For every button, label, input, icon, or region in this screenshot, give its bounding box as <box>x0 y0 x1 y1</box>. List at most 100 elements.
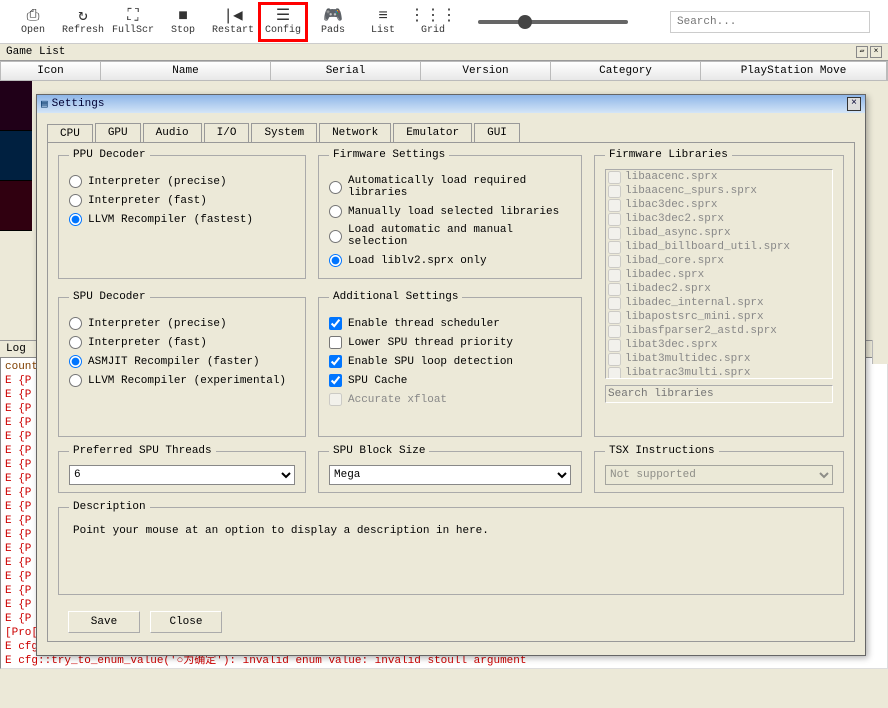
lib-item[interactable]: libat3dec.sprx <box>606 338 832 352</box>
tsx-legend: TSX Instructions <box>605 445 719 457</box>
lib-item[interactable]: libad_async.sprx <box>606 226 832 240</box>
chk-loop-detect[interactable]: Enable SPU loop detection <box>329 355 571 368</box>
window-icon: ▤ <box>41 97 48 111</box>
grid-button[interactable]: ⋮⋮⋮Grid <box>408 2 458 42</box>
spu-block-group: SPU Block Size Mega <box>318 445 582 493</box>
chk-lower-prio[interactable]: Lower SPU thread priority <box>329 336 571 349</box>
libs-list[interactable]: libaacenc.sprxlibaacenc_spurs.sprxlibac3… <box>605 169 833 379</box>
fw-manual[interactable]: Manually load selected libraries <box>329 205 571 218</box>
col-name[interactable]: Name <box>101 62 271 80</box>
tab-system[interactable]: System <box>251 123 317 142</box>
fw-both[interactable]: Load automatic and manual selection <box>329 224 571 248</box>
spu-interp-precise[interactable]: Interpreter (precise) <box>69 317 295 330</box>
chk-spu-cache[interactable]: SPU Cache <box>329 374 571 387</box>
spu-llvm[interactable]: LLVM Recompiler (experimental) <box>69 374 295 387</box>
fw-liblv2[interactable]: Load liblv2.sprx only <box>329 254 571 267</box>
col-icon[interactable]: Icon <box>1 62 101 80</box>
fw-auto[interactable]: Automatically load required libraries <box>329 175 571 199</box>
ppu-interp-fast[interactable]: Interpreter (fast) <box>69 194 295 207</box>
ppu-decoder-group: PPU Decoder Interpreter (precise) Interp… <box>58 149 306 279</box>
stop-button[interactable]: ■Stop <box>158 2 208 42</box>
col-category[interactable]: Category <box>551 62 701 80</box>
save-button[interactable]: Save <box>68 611 140 633</box>
close-icon[interactable]: × <box>847 97 861 111</box>
lib-item[interactable]: libaacenc_spurs.sprx <box>606 184 832 198</box>
search-input[interactable] <box>670 11 870 33</box>
tsx-group: TSX Instructions Not supported <box>594 445 844 493</box>
firmware-libs-group: Firmware Libraries libaacenc.sprxlibaace… <box>594 149 844 437</box>
fullscreen-button[interactable]: ⛶FullScr <box>108 2 158 42</box>
camera-icon: ⎙ <box>27 7 40 25</box>
scrollbar-vertical[interactable] <box>872 340 888 364</box>
lib-checkbox <box>608 339 621 352</box>
tsx-select: Not supported <box>605 465 833 485</box>
float-icon[interactable]: ▱ <box>856 46 868 58</box>
slider-knob[interactable] <box>518 15 532 29</box>
list-button[interactable]: ≡List <box>358 2 408 42</box>
config-button[interactable]: ☰Config <box>258 2 308 42</box>
tab-gpu[interactable]: GPU <box>95 123 141 142</box>
ppu-llvm[interactable]: LLVM Recompiler (fastest) <box>69 213 295 226</box>
settings-dialog: ▤ Settings × CPU GPU Audio I/O System Ne… <box>36 94 866 656</box>
tab-network[interactable]: Network <box>319 123 391 142</box>
lib-item[interactable]: libasfparser2_astd.sprx <box>606 324 832 338</box>
tab-emulator[interactable]: Emulator <box>393 123 472 142</box>
dialog-buttons: Save Close <box>68 611 222 633</box>
game-row-icon[interactable] <box>0 181 32 231</box>
gamelist-columns: Icon Name Serial Version Category PlaySt… <box>0 61 888 81</box>
lib-item[interactable]: libad_billboard_util.sprx <box>606 240 832 254</box>
spu-block-select[interactable]: Mega <box>329 465 571 485</box>
firmware-legend: Firmware Settings <box>329 149 449 161</box>
game-row-icon[interactable] <box>0 131 32 181</box>
lib-item[interactable]: libadec2.sprx <box>606 282 832 296</box>
tab-io[interactable]: I/O <box>204 123 250 142</box>
chk-thread-sched[interactable]: Enable thread scheduler <box>329 317 571 330</box>
game-row-icon[interactable] <box>0 81 32 131</box>
open-button[interactable]: ⎙Open <box>8 2 58 42</box>
libs-search-input[interactable] <box>605 385 833 403</box>
spu-interp-fast[interactable]: Interpreter (fast) <box>69 336 295 349</box>
grid-icon: ⋮⋮⋮ <box>409 7 457 25</box>
restart-icon: |◀ <box>223 7 242 25</box>
zoom-slider[interactable] <box>478 20 628 24</box>
tab-cpu[interactable]: CPU <box>47 124 93 143</box>
lib-checkbox <box>608 199 621 212</box>
lib-item[interactable]: libac3dec2.sprx <box>606 212 832 226</box>
lib-item[interactable]: libat3multidec.sprx <box>606 352 832 366</box>
dialog-titlebar[interactable]: ▤ Settings × <box>37 95 865 113</box>
tab-audio[interactable]: Audio <box>143 123 202 142</box>
lib-item[interactable]: libaacenc.sprx <box>606 170 832 184</box>
restart-button[interactable]: |◀Restart <box>208 2 258 42</box>
close-panel-icon[interactable]: × <box>870 46 882 58</box>
tab-body: PPU Decoder Interpreter (precise) Interp… <box>47 142 855 642</box>
close-button[interactable]: Close <box>150 611 222 633</box>
lib-item[interactable]: libac3dec.sprx <box>606 198 832 212</box>
lib-checkbox <box>608 227 621 240</box>
lib-item[interactable]: libapostsrc_mini.sprx <box>606 310 832 324</box>
settings-tabs: CPU GPU Audio I/O System Network Emulato… <box>47 123 855 142</box>
lib-item[interactable]: libatrac3multi.sprx <box>606 366 832 379</box>
col-serial[interactable]: Serial <box>271 62 421 80</box>
spu-threads-group: Preferred SPU Threads 6 <box>58 445 306 493</box>
lib-checkbox <box>608 241 621 254</box>
gamelist-header: Game List ▱× <box>0 44 888 61</box>
ppu-interp-precise[interactable]: Interpreter (precise) <box>69 175 295 188</box>
tab-gui[interactable]: GUI <box>474 123 520 142</box>
refresh-icon: ↻ <box>78 7 88 25</box>
lib-checkbox <box>608 367 621 380</box>
gamelist-title: Game List <box>6 46 65 58</box>
col-psmove[interactable]: PlayStation Move <box>701 62 887 80</box>
spu-asmjit[interactable]: ASMJIT Recompiler (faster) <box>69 355 295 368</box>
libs-legend: Firmware Libraries <box>605 149 732 161</box>
lib-checkbox <box>608 213 621 226</box>
refresh-button[interactable]: ↻Refresh <box>58 2 108 42</box>
col-version[interactable]: Version <box>421 62 551 80</box>
pads-button[interactable]: 🎮Pads <box>308 2 358 42</box>
lib-checkbox <box>608 171 621 184</box>
block-legend: SPU Block Size <box>329 445 429 457</box>
lib-item[interactable]: libad_core.sprx <box>606 254 832 268</box>
lib-item[interactable]: libadec.sprx <box>606 268 832 282</box>
lib-item[interactable]: libadec_internal.sprx <box>606 296 832 310</box>
lib-checkbox <box>608 325 621 338</box>
spu-threads-select[interactable]: 6 <box>69 465 295 485</box>
